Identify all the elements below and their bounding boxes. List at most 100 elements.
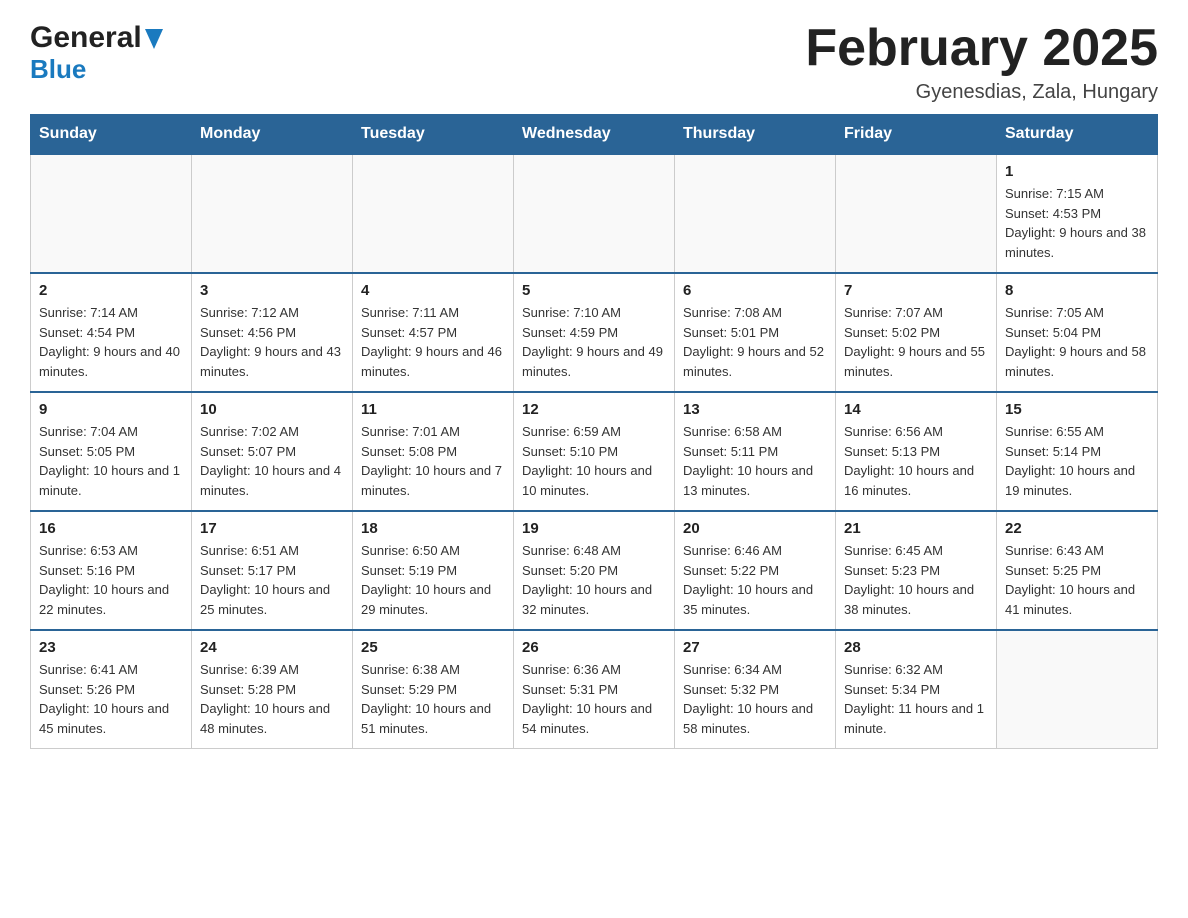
- table-row: 5 Sunrise: 7:10 AM Sunset: 4:59 PM Daylig…: [514, 273, 675, 392]
- calendar-subtitle: Gyenesdias, Zala, Hungary: [805, 81, 1158, 104]
- day-info: Sunrise: 6:51 AM Sunset: 5:17 PM Dayligh…: [200, 541, 344, 619]
- title-area: February 2025 Gyenesdias, Zala, Hungary: [805, 20, 1158, 104]
- table-row: 10 Sunrise: 7:02 AM Sunset: 5:07 PM Dayli…: [192, 392, 353, 511]
- day-number: 16: [39, 520, 183, 537]
- table-row: [836, 154, 997, 273]
- header-sunday: Sunday: [31, 115, 192, 155]
- calendar-week-row: 16 Sunrise: 6:53 AM Sunset: 5:16 PM Dayli…: [31, 511, 1158, 630]
- day-info: Sunrise: 6:38 AM Sunset: 5:29 PM Dayligh…: [361, 660, 505, 738]
- table-row: [31, 154, 192, 273]
- table-row: 21 Sunrise: 6:45 AM Sunset: 5:23 PM Dayli…: [836, 511, 997, 630]
- day-number: 9: [39, 401, 183, 418]
- table-row: 11Sunrise: 7:01 AM Sunset: 5:08 PM Dayli…: [353, 392, 514, 511]
- day-info: Sunrise: 6:32 AM Sunset: 5:34 PM Dayligh…: [844, 660, 988, 738]
- table-row: 3Sunrise: 7:12 AM Sunset: 4:56 PM Daylig…: [192, 273, 353, 392]
- day-info: Sunrise: 6:59 AM Sunset: 5:10 PM Dayligh…: [522, 422, 666, 500]
- table-row: 23 Sunrise: 6:41 AM Sunset: 5:26 PM Dayli…: [31, 630, 192, 749]
- header-saturday: Saturday: [997, 115, 1158, 155]
- table-row: 12Sunrise: 6:59 AM Sunset: 5:10 PM Dayli…: [514, 392, 675, 511]
- day-number: 24: [200, 639, 344, 656]
- day-number: 11: [361, 401, 505, 418]
- day-info: Sunrise: 6:46 AM Sunset: 5:22 PM Dayligh…: [683, 541, 827, 619]
- table-row: 16 Sunrise: 6:53 AM Sunset: 5:16 PM Dayli…: [31, 511, 192, 630]
- table-row: [675, 154, 836, 273]
- day-number: 15: [1005, 401, 1149, 418]
- day-number: 4: [361, 282, 505, 299]
- table-row: [997, 630, 1158, 749]
- table-row: 15 Sunrise: 6:55 AM Sunset: 5:14 PM Dayli…: [997, 392, 1158, 511]
- day-number: 10: [200, 401, 344, 418]
- table-row: 17 Sunrise: 6:51 AM Sunset: 5:17 PM Dayli…: [192, 511, 353, 630]
- header-wednesday: Wednesday: [514, 115, 675, 155]
- table-row: 14 Sunrise: 6:56 AM Sunset: 5:13 PM Dayli…: [836, 392, 997, 511]
- table-row: [192, 154, 353, 273]
- table-row: 24 Sunrise: 6:39 AM Sunset: 5:28 PM Dayli…: [192, 630, 353, 749]
- day-info: Sunrise: 6:36 AM Sunset: 5:31 PM Dayligh…: [522, 660, 666, 738]
- logo: General Blue: [30, 20, 163, 85]
- table-row: 4 Sunrise: 7:11 AM Sunset: 4:57 PM Daylig…: [353, 273, 514, 392]
- day-info: Sunrise: 7:05 AM Sunset: 5:04 PM Dayligh…: [1005, 303, 1149, 381]
- weekday-header-row: Sunday Monday Tuesday Wednesday Thursday…: [31, 115, 1158, 155]
- logo-arrow-icon: [145, 29, 163, 49]
- day-info: Sunrise: 6:48 AM Sunset: 5:20 PM Dayligh…: [522, 541, 666, 619]
- day-number: 1: [1005, 163, 1149, 180]
- table-row: 13 Sunrise: 6:58 AM Sunset: 5:11 PM Dayli…: [675, 392, 836, 511]
- day-number: 8: [1005, 282, 1149, 299]
- day-info: Sunrise: 7:04 AM Sunset: 5:05 PM Dayligh…: [39, 422, 183, 500]
- table-row: 27Sunrise: 6:34 AM Sunset: 5:32 PM Dayli…: [675, 630, 836, 749]
- day-info: Sunrise: 6:53 AM Sunset: 5:16 PM Dayligh…: [39, 541, 183, 619]
- header-tuesday: Tuesday: [353, 115, 514, 155]
- day-info: Sunrise: 7:10 AM Sunset: 4:59 PM Dayligh…: [522, 303, 666, 381]
- table-row: [514, 154, 675, 273]
- day-info: Sunrise: 7:02 AM Sunset: 5:07 PM Dayligh…: [200, 422, 344, 500]
- day-number: 21: [844, 520, 988, 537]
- day-number: 5: [522, 282, 666, 299]
- day-info: Sunrise: 6:55 AM Sunset: 5:14 PM Dayligh…: [1005, 422, 1149, 500]
- table-row: [353, 154, 514, 273]
- day-info: Sunrise: 6:39 AM Sunset: 5:28 PM Dayligh…: [200, 660, 344, 738]
- calendar-week-row: 1Sunrise: 7:15 AM Sunset: 4:53 PM Daylig…: [31, 154, 1158, 273]
- logo-general-text: General: [30, 20, 142, 56]
- table-row: 25 Sunrise: 6:38 AM Sunset: 5:29 PM Dayli…: [353, 630, 514, 749]
- day-number: 27: [683, 639, 827, 656]
- table-row: 9 Sunrise: 7:04 AM Sunset: 5:05 PM Daylig…: [31, 392, 192, 511]
- header-monday: Monday: [192, 115, 353, 155]
- table-row: 22 Sunrise: 6:43 AM Sunset: 5:25 PM Dayli…: [997, 511, 1158, 630]
- header-friday: Friday: [836, 115, 997, 155]
- day-info: Sunrise: 7:08 AM Sunset: 5:01 PM Dayligh…: [683, 303, 827, 381]
- day-number: 6: [683, 282, 827, 299]
- page-header: General Blue February 2025 Gyenesdias, Z…: [30, 20, 1158, 104]
- day-info: Sunrise: 7:12 AM Sunset: 4:56 PM Dayligh…: [200, 303, 344, 381]
- day-number: 13: [683, 401, 827, 418]
- day-number: 26: [522, 639, 666, 656]
- day-info: Sunrise: 6:58 AM Sunset: 5:11 PM Dayligh…: [683, 422, 827, 500]
- day-info: Sunrise: 6:50 AM Sunset: 5:19 PM Dayligh…: [361, 541, 505, 619]
- day-number: 23: [39, 639, 183, 656]
- day-number: 18: [361, 520, 505, 537]
- day-info: Sunrise: 7:14 AM Sunset: 4:54 PM Dayligh…: [39, 303, 183, 381]
- table-row: 18 Sunrise: 6:50 AM Sunset: 5:19 PM Dayli…: [353, 511, 514, 630]
- day-number: 17: [200, 520, 344, 537]
- table-row: 7Sunrise: 7:07 AM Sunset: 5:02 PM Daylig…: [836, 273, 997, 392]
- day-info: Sunrise: 6:56 AM Sunset: 5:13 PM Dayligh…: [844, 422, 988, 500]
- logo-blue-text: Blue: [30, 54, 163, 85]
- day-info: Sunrise: 6:43 AM Sunset: 5:25 PM Dayligh…: [1005, 541, 1149, 619]
- calendar-week-row: 2 Sunrise: 7:14 AM Sunset: 4:54 PM Daylig…: [31, 273, 1158, 392]
- day-number: 22: [1005, 520, 1149, 537]
- table-row: 8 Sunrise: 7:05 AM Sunset: 5:04 PM Daylig…: [997, 273, 1158, 392]
- calendar-week-row: 9 Sunrise: 7:04 AM Sunset: 5:05 PM Daylig…: [31, 392, 1158, 511]
- table-row: 28Sunrise: 6:32 AM Sunset: 5:34 PM Dayli…: [836, 630, 997, 749]
- table-row: 26 Sunrise: 6:36 AM Sunset: 5:31 PM Dayli…: [514, 630, 675, 749]
- day-number: 14: [844, 401, 988, 418]
- day-info: Sunrise: 7:11 AM Sunset: 4:57 PM Dayligh…: [361, 303, 505, 381]
- table-row: 1Sunrise: 7:15 AM Sunset: 4:53 PM Daylig…: [997, 154, 1158, 273]
- table-row: 19Sunrise: 6:48 AM Sunset: 5:20 PM Dayli…: [514, 511, 675, 630]
- table-row: 6 Sunrise: 7:08 AM Sunset: 5:01 PM Daylig…: [675, 273, 836, 392]
- day-info: Sunrise: 6:41 AM Sunset: 5:26 PM Dayligh…: [39, 660, 183, 738]
- day-number: 25: [361, 639, 505, 656]
- day-info: Sunrise: 6:45 AM Sunset: 5:23 PM Dayligh…: [844, 541, 988, 619]
- day-number: 20: [683, 520, 827, 537]
- calendar-title: February 2025: [805, 20, 1158, 77]
- day-number: 7: [844, 282, 988, 299]
- day-number: 2: [39, 282, 183, 299]
